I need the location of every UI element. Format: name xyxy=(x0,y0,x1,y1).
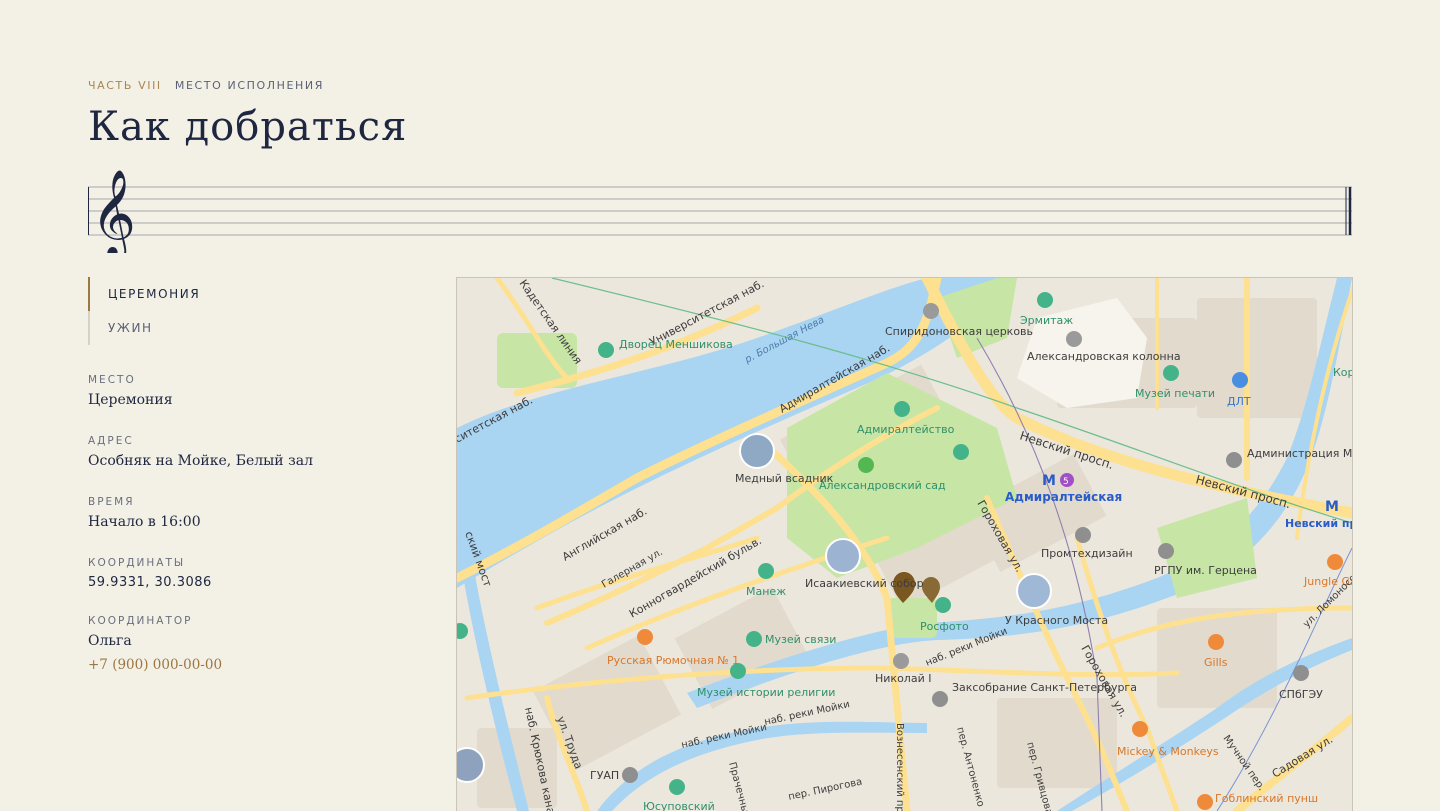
place-label: МЕСТО xyxy=(88,374,136,386)
page-title: Как добраться xyxy=(88,104,408,150)
time-group: ВРЕМЯ Начало в 16:00 xyxy=(88,496,418,557)
music-staff-divider: 𝄞 xyxy=(88,168,1352,253)
venue-tabs: ЦЕРЕМОНИЯ УЖИН xyxy=(88,277,288,345)
map-label-spiridon: Спиридоновская церковь xyxy=(885,325,1033,338)
map-label-svyaz: Музей связи xyxy=(765,633,836,646)
map-label-menshikov: Дворец Меншикова xyxy=(619,338,733,351)
map-label-admiralteyskaya: Адмиралтейская xyxy=(1005,490,1122,504)
place-group: МЕСТО Церемония xyxy=(88,374,418,435)
map-label-nikolai: Николай I xyxy=(875,672,931,685)
section-label: МЕСТО ИСПОЛНЕНИЯ xyxy=(174,79,324,92)
map-label-religion: Музей истории религии xyxy=(697,686,835,699)
map-label-rosfoto: Росфото xyxy=(920,620,969,633)
map-label-manezh: Манеж xyxy=(746,585,786,598)
map-label-promtekh: Промтехдизайн xyxy=(1041,547,1133,560)
map-label-voznes: Вознесенский просп. xyxy=(894,723,905,811)
coordinator-group: КООРДИНАТОР Ольга +7 (900) 000-00-00 xyxy=(88,615,418,673)
svg-text:5: 5 xyxy=(1063,477,1069,487)
svg-text:M: M xyxy=(1042,473,1056,489)
map-label-gills: Gills xyxy=(1204,656,1228,669)
map-label-krasny-most: У Красного Моста xyxy=(1005,614,1108,627)
map-label-press: Музей печати xyxy=(1135,387,1215,400)
map-label-dlt: ДЛТ xyxy=(1227,395,1251,408)
venue-details: МЕСТО Церемония АДРЕС Особняк на Мойке, … xyxy=(88,374,418,673)
map-label-spbgeu: СПбГЭУ xyxy=(1279,688,1323,701)
coordinates-label: КООРДИНАТЫ xyxy=(88,557,186,569)
map-label-alex-garden: Александровский сад xyxy=(819,479,946,492)
coordinator-name: Ольга xyxy=(88,633,132,649)
map-label-yusup: Юсуповский xyxy=(643,800,715,811)
coordinator-label: КООРДИНАТОР xyxy=(88,615,193,627)
map-label-rgpu: РГПУ им. Герцена xyxy=(1154,564,1257,577)
svg-text:M: M xyxy=(1325,499,1339,515)
map-label-admiralty: Адмиралтейство xyxy=(857,423,955,436)
map-label-isaac: Исаакиевский собор xyxy=(805,577,924,590)
map-label-goblin: Гоблинский пунш xyxy=(1215,792,1318,805)
coordinates-value[interactable]: 59.9331, 30.3086 xyxy=(88,575,418,590)
map-label-ryumochnaya: Русская Рюмочная № 1 xyxy=(607,654,739,667)
map-label-mickey: Mickey & Monkeys xyxy=(1117,745,1219,758)
map-label-admin: Администрация МО Дворцовый xyxy=(1247,447,1352,460)
treble-clef-icon: 𝄞 xyxy=(91,168,136,253)
venue-map[interactable]: M 5 M р. Большая Нева Университетская на… xyxy=(456,277,1353,811)
coordinator-phone-link[interactable]: +7 (900) 000-00-00 xyxy=(88,657,418,673)
coordinates-group: КООРДИНАТЫ 59.9331, 30.3086 xyxy=(88,557,418,615)
map-label-alex-col: Александровская колонна xyxy=(1027,350,1181,363)
address-label: АДРЕС xyxy=(88,435,134,447)
address-group: АДРЕС Особняк на Мойке, Белый зал xyxy=(88,435,418,496)
part-label: ЧАСТЬ VIII xyxy=(88,79,162,92)
time-value: Начало в 16:00 xyxy=(88,514,201,530)
map-label-guap: ГУАП xyxy=(590,769,619,782)
map-label-nevsky-metro: Невский пр xyxy=(1285,517,1352,530)
map-label-kor: Кор xyxy=(1333,366,1352,379)
map-label-hermitage: Эрмитаж xyxy=(1020,314,1073,327)
eyebrow: ЧАСТЬ VIII МЕСТО ИСПОЛНЕНИЯ xyxy=(88,79,324,92)
time-label: ВРЕМЯ xyxy=(88,496,135,508)
address-value: Особняк на Мойке, Белый зал xyxy=(88,453,313,469)
tab-dinner[interactable]: УЖИН xyxy=(88,311,288,345)
tab-ceremony[interactable]: ЦЕРЕМОНИЯ xyxy=(88,277,288,311)
place-value: Церемония xyxy=(88,392,173,408)
